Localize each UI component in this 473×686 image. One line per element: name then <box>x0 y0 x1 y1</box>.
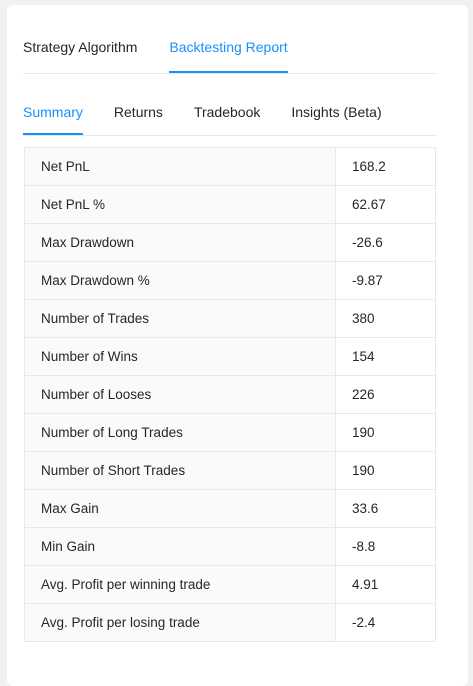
table-row: Number of Long Trades 190 <box>24 413 436 452</box>
metric-label: Min Gain <box>24 527 336 566</box>
metric-label: Net PnL <box>24 147 336 186</box>
metric-label: Avg. Profit per losing trade <box>24 603 336 642</box>
tab-returns[interactable]: Returns <box>114 103 163 135</box>
table-row: Number of Trades 380 <box>24 299 436 338</box>
metric-value: 190 <box>335 451 436 490</box>
tab-tradebook[interactable]: Tradebook <box>194 103 260 135</box>
report-sub-tab-bar: Summary Returns Tradebook Insights (Beta… <box>23 103 437 136</box>
metric-value: -8.8 <box>335 527 436 566</box>
metric-label: Number of Wins <box>24 337 336 376</box>
metric-value: -26.6 <box>335 223 436 262</box>
tab-summary[interactable]: Summary <box>23 103 83 135</box>
metric-label: Avg. Profit per winning trade <box>24 565 336 604</box>
metric-value: 190 <box>335 413 436 452</box>
metric-value: 154 <box>335 337 436 376</box>
metric-label: Number of Short Trades <box>24 451 336 490</box>
metric-label: Max Gain <box>24 489 336 528</box>
metric-value: 380 <box>335 299 436 338</box>
metric-value: 33.6 <box>335 489 436 528</box>
metric-value: 4.91 <box>335 565 436 604</box>
table-row: Avg. Profit per winning trade 4.91 <box>24 565 436 604</box>
metric-label: Max Drawdown <box>24 223 336 262</box>
table-row: Max Drawdown -26.6 <box>24 223 436 262</box>
table-row: Number of Looses 226 <box>24 375 436 414</box>
table-row: Min Gain -8.8 <box>24 527 436 566</box>
tab-insights-beta[interactable]: Insights (Beta) <box>291 103 381 135</box>
metric-label: Net PnL % <box>24 185 336 224</box>
table-row: Max Drawdown % -9.87 <box>24 261 436 300</box>
table-row: Avg. Profit per losing trade -2.4 <box>24 603 436 642</box>
metric-value: -2.4 <box>335 603 436 642</box>
metric-label: Number of Looses <box>24 375 336 414</box>
metric-label: Number of Long Trades <box>24 413 336 452</box>
metric-value: 168.2 <box>335 147 436 186</box>
metric-label: Number of Trades <box>24 299 336 338</box>
top-tab-bar: Strategy Algorithm Backtesting Report <box>23 38 437 74</box>
table-row: Number of Wins 154 <box>24 337 436 376</box>
metric-value: 226 <box>335 375 436 414</box>
table-row: Net PnL 168.2 <box>24 147 436 186</box>
table-row: Max Gain 33.6 <box>24 489 436 528</box>
metric-value: 62.67 <box>335 185 436 224</box>
metric-label: Max Drawdown % <box>24 261 336 300</box>
summary-table: Net PnL 168.2 Net PnL % 62.67 Max Drawdown -2… <box>24 147 436 642</box>
metric-value: -9.87 <box>335 261 436 300</box>
tab-strategy-algorithm[interactable]: Strategy Algorithm <box>23 38 137 73</box>
table-row: Net PnL % 62.67 <box>24 185 436 224</box>
table-row: Number of Short Trades 190 <box>24 451 436 490</box>
tab-backtesting-report[interactable]: Backtesting Report <box>169 38 288 73</box>
